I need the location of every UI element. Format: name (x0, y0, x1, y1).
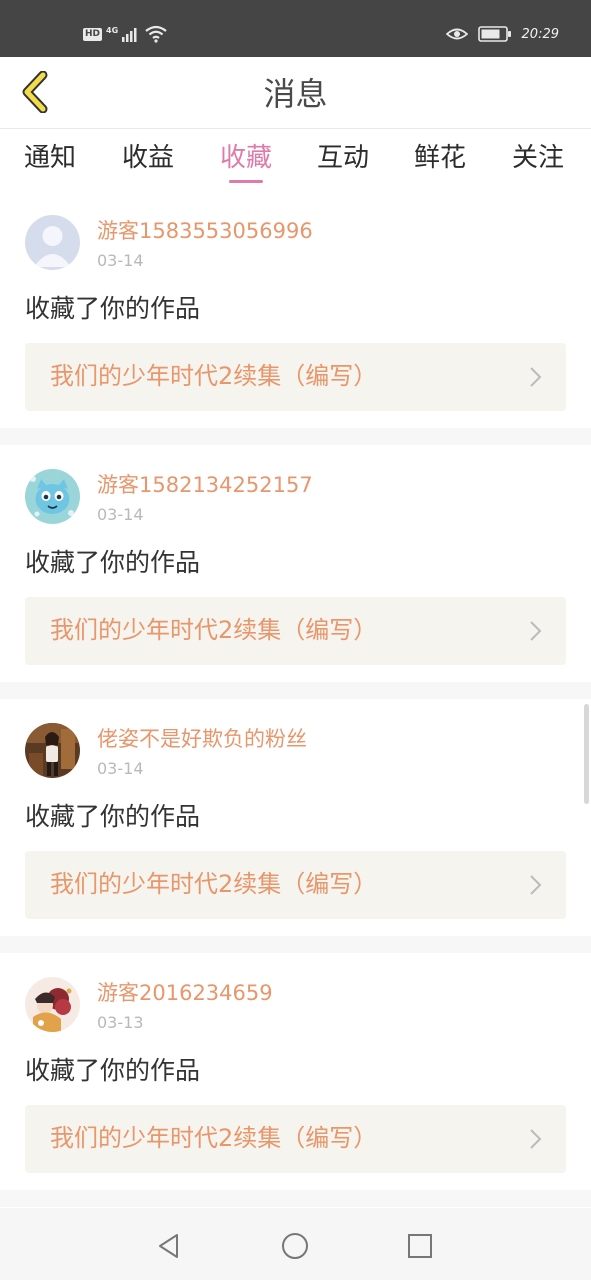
page-title: 消息 (263, 75, 328, 113)
work-title: 我们的少年时代2续集（编写） (50, 616, 378, 644)
app-header: 消息 (0, 57, 591, 129)
username[interactable]: 游客1583553056996 (97, 218, 313, 244)
work-title: 我们的少年时代2续集（编写） (50, 1124, 378, 1152)
tab-favorites[interactable]: 收藏 (220, 141, 272, 175)
message-list[interactable]: 游客1583553056996 03-14 收藏了你的作品 我们的少年时代2续集… (0, 191, 591, 1208)
clock: 20:29 (521, 26, 559, 42)
cartoon-avatar-icon[interactable] (25, 469, 80, 524)
active-tab-indicator (229, 180, 263, 183)
scrollbar[interactable] (584, 704, 589, 804)
eye-icon (445, 28, 468, 40)
chevron-right-icon (530, 1129, 542, 1149)
action-text: 收藏了你的作品 (25, 802, 201, 831)
status-right: 20:29 (445, 23, 559, 45)
network-type: 4G (106, 25, 119, 35)
status-bar: HD 4G 20:29 (0, 0, 591, 57)
message-card: 游客1582134252157 03-14 收藏了你的作品 我们的少年时代2续集… (0, 445, 591, 683)
tab-bar: 通知 收益 收藏 互动 鲜花 关注 (0, 129, 591, 191)
message-date: 03-13 (97, 1013, 144, 1032)
action-text: 收藏了你的作品 (25, 294, 201, 323)
card-divider (0, 936, 591, 953)
tab-interactions[interactable]: 互动 (317, 141, 369, 175)
card-divider (0, 428, 591, 445)
message-date: 03-14 (97, 251, 144, 270)
action-text: 收藏了你的作品 (25, 548, 201, 577)
message-card: 游客1583553056996 03-14 收藏了你的作品 我们的少年时代2续集… (0, 191, 591, 429)
system-nav-bar (0, 1208, 591, 1280)
work-link[interactable]: 我们的少年时代2续集（编写） (25, 851, 566, 919)
action-text: 收藏了你的作品 (25, 1056, 201, 1085)
username[interactable]: 游客2016234659 (97, 980, 273, 1006)
chevron-right-icon (530, 875, 542, 895)
tab-flowers[interactable]: 鲜花 (414, 141, 466, 175)
back-triangle-icon (159, 1234, 178, 1258)
default-avatar-icon[interactable] (25, 215, 80, 270)
signal-icon (122, 28, 137, 42)
chevron-right-icon (530, 621, 542, 641)
tab-follows[interactable]: 关注 (512, 141, 564, 175)
card-divider (0, 682, 591, 699)
recents-square-icon (408, 1234, 432, 1258)
message-card: 游客2016234659 03-13 收藏了你的作品 我们的少年时代2续集（编写… (0, 953, 591, 1191)
work-link[interactable]: 我们的少年时代2续集（编写） (25, 597, 566, 665)
battery-icon (477, 26, 511, 42)
work-title: 我们的少年时代2续集（编写） (50, 362, 378, 390)
photo-avatar-icon[interactable] (25, 723, 80, 778)
chevron-right-icon (530, 367, 542, 387)
message-date: 03-14 (97, 505, 144, 524)
nav-back-button[interactable] (149, 1226, 189, 1266)
work-title: 我们的少年时代2续集（编写） (50, 870, 378, 898)
work-link[interactable]: 我们的少年时代2续集（编写） (25, 343, 566, 411)
wifi-icon (145, 25, 167, 43)
hd-badge: HD (83, 27, 103, 41)
nav-home-button[interactable] (275, 1226, 315, 1266)
username[interactable]: 佬姿不是好欺负的粉丝 (97, 726, 307, 752)
status-left: HD 4G (83, 24, 168, 44)
tab-notifications[interactable]: 通知 (24, 141, 76, 175)
home-circle-icon (282, 1233, 308, 1259)
message-card: 佬姿不是好欺负的粉丝 03-14 收藏了你的作品 我们的少年时代2续集（编写） (0, 699, 591, 937)
username[interactable]: 游客1582134252157 (97, 472, 313, 498)
nav-recents-button[interactable] (400, 1226, 440, 1266)
tab-earnings[interactable]: 收益 (122, 141, 174, 175)
card-divider (0, 1190, 591, 1207)
message-date: 03-14 (97, 759, 144, 778)
anime-avatar-icon[interactable] (25, 977, 80, 1032)
work-link[interactable]: 我们的少年时代2续集（编写） (25, 1105, 566, 1173)
